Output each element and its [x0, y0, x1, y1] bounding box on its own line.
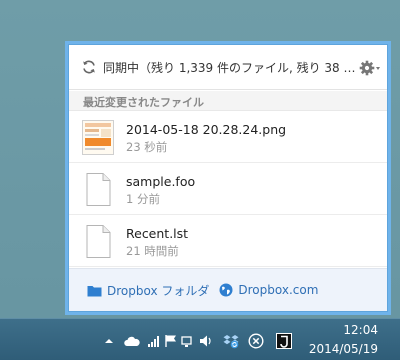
sync-icon [81, 59, 97, 75]
onedrive-cloud-icon[interactable] [124, 333, 140, 349]
recent-file-item[interactable]: 2014-05-18 20.28.24.png 23 秒前 [69, 112, 387, 163]
chevron-up-icon [105, 339, 113, 343]
show-hidden-icons-button[interactable] [101, 333, 117, 349]
globe-icon [219, 283, 233, 297]
volume-icon[interactable] [199, 333, 215, 349]
folder-link-label: Dropbox フォルダ [107, 283, 210, 298]
image-thumbnail-icon [82, 120, 114, 155]
file-time: 1 分前 [126, 192, 160, 206]
network-icon[interactable] [180, 333, 196, 349]
folder-icon [87, 285, 102, 296]
recent-files-heading: 最近変更されたファイル [69, 91, 387, 111]
dropbox-popup: 同期中（残り 1,339 件のファイル, 残り 38 … 最近変更されたファイル… [65, 41, 391, 315]
file-time: 21 時間前 [126, 244, 179, 258]
action-center-flag-icon[interactable] [163, 333, 179, 349]
file-name: 2014-05-18 20.28.24.png [126, 122, 287, 137]
popup-footer: Dropbox フォルダ Dropbox.com [69, 268, 387, 311]
recent-file-item[interactable]: Recent.lst 21 時間前 [69, 216, 387, 267]
clock-date[interactable]: 2014/05/19 [309, 342, 378, 356]
popup-panel: 同期中（残り 1,339 件のファイル, 残り 38 … 最近変更されたファイル… [68, 44, 388, 312]
file-name: Recent.lst [126, 226, 189, 241]
open-dropbox-folder-link[interactable]: Dropbox フォルダ [87, 282, 209, 299]
sync-status-text: 同期中（残り 1,339 件のファイル, 残り 38 … [103, 60, 356, 75]
file-icon [82, 172, 114, 207]
web-link-label: Dropbox.com [238, 283, 319, 297]
app-tray-icon[interactable] [276, 333, 292, 349]
close-circle-icon[interactable] [248, 333, 264, 349]
dropbox-tray-icon[interactable] [223, 333, 239, 349]
file-name: sample.foo [126, 174, 196, 189]
clock-time[interactable]: 12:04 [343, 323, 378, 337]
settings-gear-button[interactable] [359, 58, 381, 78]
file-icon [82, 224, 114, 259]
file-time: 23 秒前 [126, 140, 168, 154]
sync-header: 同期中（残り 1,339 件のファイル, 残り 38 … [69, 45, 387, 90]
open-dropbox-web-link[interactable]: Dropbox.com [219, 283, 318, 297]
recent-file-item[interactable]: sample.foo 1 分前 [69, 164, 387, 215]
gear-icon [359, 60, 380, 76]
taskbar: 12:04 2014/05/19 [0, 318, 400, 360]
signal-bars-icon[interactable] [146, 333, 162, 349]
